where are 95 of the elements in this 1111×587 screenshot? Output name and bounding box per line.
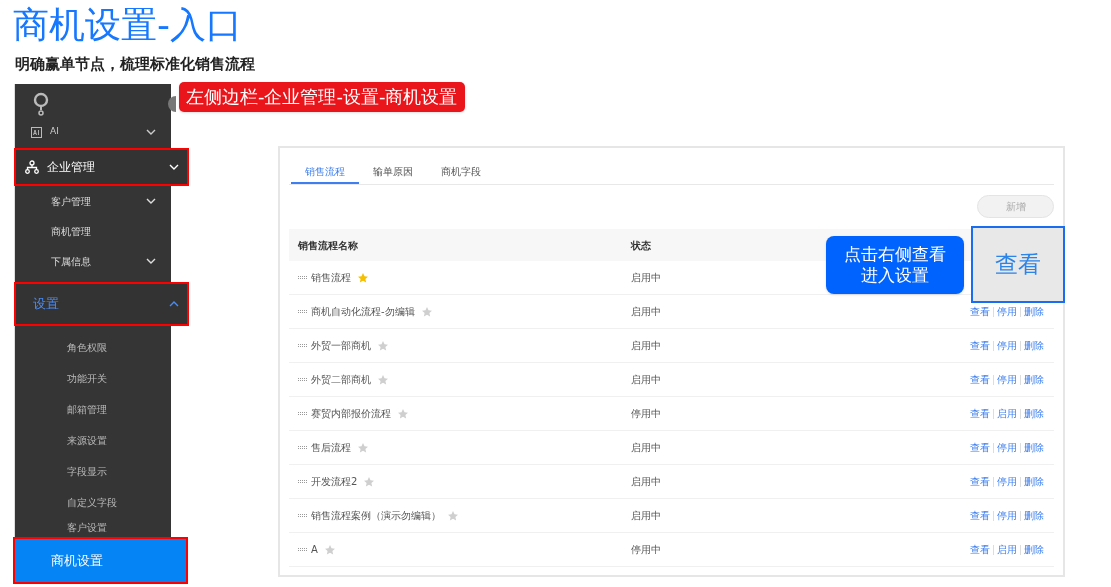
table-cell-text: 开发流程2 — [311, 475, 358, 489]
table-cell-text: 赛贸内部报价流程 — [311, 407, 391, 421]
table-cell-text: 启用中 — [631, 509, 661, 523]
sidebar-item[interactable]: 字段显示 — [15, 456, 172, 487]
table-cell-text: 启用中 — [631, 271, 661, 285]
drag-handle-icon[interactable] — [298, 446, 307, 449]
star-icon[interactable] — [447, 509, 459, 522]
table-cell-text: 停用中 — [631, 407, 661, 421]
drag-handle-icon[interactable] — [298, 344, 307, 347]
table-cell-text: 商机自动化流程-勿编辑 — [311, 305, 415, 319]
chevron-icon — [146, 129, 156, 135]
action-link[interactable]: 删除 — [1024, 372, 1044, 387]
action-link[interactable]: 启用 — [997, 542, 1017, 557]
drag-handle-icon[interactable] — [298, 480, 307, 483]
sidebar-item[interactable]: 功能开关 — [15, 363, 172, 394]
action-link[interactable]: 查看 — [970, 508, 990, 523]
action-link[interactable]: 删除 — [1024, 304, 1044, 319]
star-icon[interactable] — [377, 339, 389, 352]
logo-icon — [33, 92, 49, 116]
drag-handle-icon[interactable] — [298, 310, 307, 313]
table-cell-text: 外贸二部商机 — [311, 373, 371, 387]
sidebar-item[interactable]: 客户设置 — [15, 518, 172, 537]
sidebar-item[interactable]: 来源设置 — [15, 425, 172, 456]
table-cell-text: 外贸一部商机 — [311, 339, 371, 353]
drag-handle-icon[interactable] — [298, 276, 307, 279]
page-title: 商机设置-入口 — [13, 3, 243, 47]
star-icon[interactable] — [357, 271, 369, 284]
column-header: 销售流程名称 — [298, 238, 359, 253]
action-link[interactable]: 停用 — [997, 338, 1017, 353]
action-link[interactable]: 删除 — [1024, 542, 1044, 557]
drag-handle-icon[interactable] — [298, 412, 307, 415]
star-icon[interactable] — [377, 373, 389, 386]
action-link[interactable]: 查看 — [970, 372, 990, 387]
tab[interactable]: 销售流程 — [291, 160, 359, 184]
table-cell-text: A — [311, 543, 318, 557]
subtitle: 明确赢单节点，梳理标准化销售流程 — [15, 54, 256, 74]
table-cell-text: 启用中 — [631, 305, 661, 319]
sidebar-item[interactable]: 邮箱管理 — [15, 394, 172, 425]
tab[interactable]: 输单原因 — [359, 160, 427, 184]
view-zoom-box: 查看 — [971, 226, 1065, 303]
sidebar-item[interactable]: 商机管理 — [15, 216, 172, 246]
sidebar-item[interactable]: 客户管理 — [15, 186, 172, 216]
callout-line: 点击右侧查看 — [844, 244, 946, 265]
sidebar-item[interactable]: 企业管理 — [14, 148, 189, 186]
chevron-icon — [169, 301, 179, 307]
collapse-handle[interactable] — [168, 96, 176, 112]
action-link[interactable]: 停用 — [997, 474, 1017, 489]
table-cell-text: 销售流程 — [311, 271, 351, 285]
action-link[interactable]: 删除 — [1024, 338, 1044, 353]
action-link[interactable]: 停用 — [997, 372, 1017, 387]
action-link[interactable]: 查看 — [970, 338, 990, 353]
sidebar-item[interactable]: 角色权限 — [15, 332, 172, 363]
action-link[interactable]: 删除 — [1024, 440, 1044, 455]
callout-line: 进入设置 — [861, 265, 929, 286]
drag-handle-icon[interactable] — [298, 548, 307, 551]
chevron-icon — [146, 198, 156, 204]
action-link[interactable]: 启用 — [997, 406, 1017, 421]
chevron-icon — [146, 258, 156, 264]
action-link[interactable]: 查看 — [970, 440, 990, 455]
action-link[interactable]: 删除 — [1024, 508, 1044, 523]
star-icon[interactable] — [420, 305, 433, 318]
star-icon[interactable] — [357, 441, 369, 454]
star-icon[interactable] — [363, 475, 376, 488]
table-cell-text: 启用中 — [631, 339, 661, 353]
chevron-icon — [169, 164, 179, 170]
current-menu-item[interactable]: 商机设置 — [13, 537, 188, 584]
action-link[interactable]: 查看 — [970, 304, 990, 319]
drag-handle-icon[interactable] — [298, 514, 307, 517]
action-link[interactable]: 查看 — [970, 542, 990, 557]
tab[interactable]: 商机字段 — [427, 160, 495, 184]
action-link[interactable]: 查看 — [970, 474, 990, 489]
hierarchy-icon — [25, 160, 39, 174]
new-button[interactable]: 新增 — [977, 195, 1054, 218]
table-cell-text: 启用中 — [631, 373, 661, 387]
action-link[interactable]: 删除 — [1024, 406, 1044, 421]
table-cell-text: 销售流程案例（演示勿编辑） — [311, 509, 441, 523]
drag-handle-icon[interactable] — [298, 378, 307, 381]
action-link[interactable]: 停用 — [997, 304, 1017, 319]
ai-icon — [31, 126, 42, 138]
table-cell-text: 启用中 — [631, 441, 661, 455]
action-link[interactable]: 停用 — [997, 508, 1017, 523]
sidebar-item[interactable]: 下属信息 — [15, 246, 172, 276]
sidebar-item[interactable]: AI — [15, 120, 172, 144]
action-link[interactable]: 查看 — [970, 406, 990, 421]
action-link[interactable]: 删除 — [1024, 474, 1044, 489]
star-icon[interactable] — [397, 407, 409, 420]
action-link[interactable]: 停用 — [997, 440, 1017, 455]
sidebar-item[interactable]: 设置 — [14, 282, 189, 326]
table-cell-text: 启用中 — [631, 475, 661, 489]
path-callout: 左侧边栏-企业管理-设置-商机设置 — [179, 82, 465, 112]
table-cell-text: 停用中 — [631, 543, 661, 557]
column-header: 状态 — [631, 238, 651, 253]
sidebar-item[interactable]: 自定义字段 — [15, 487, 172, 518]
star-icon[interactable] — [323, 543, 336, 556]
table-cell-text: 售后流程 — [311, 441, 351, 455]
